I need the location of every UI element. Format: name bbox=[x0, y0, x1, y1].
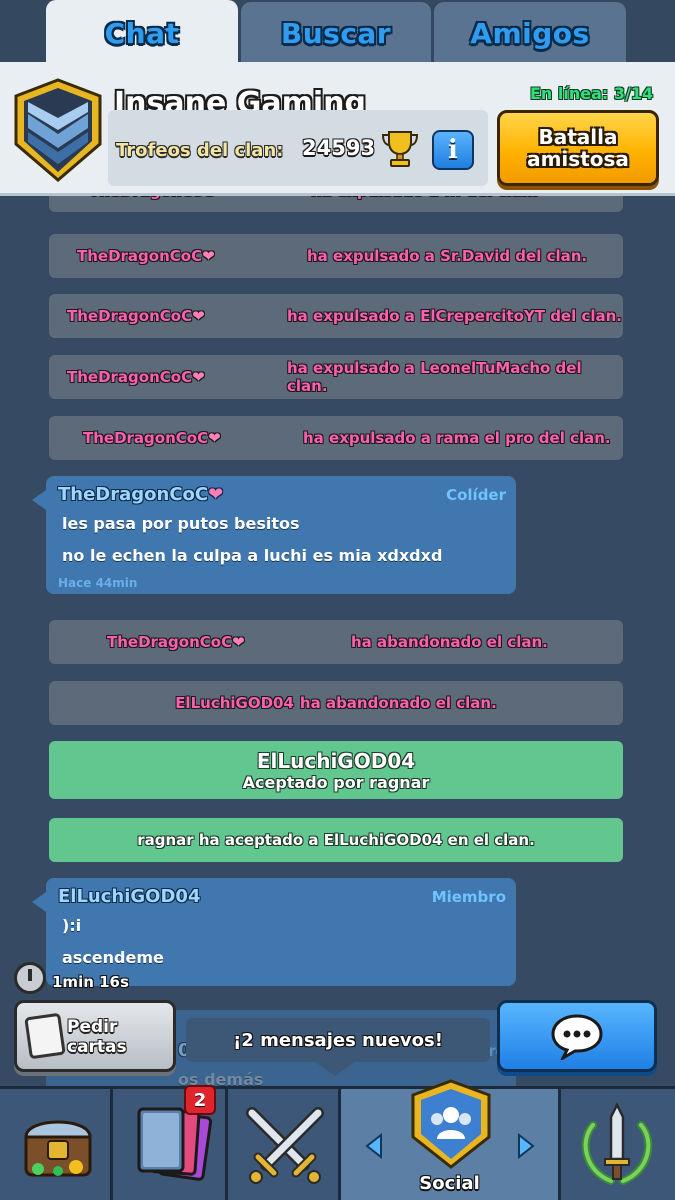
open-chat-button[interactable] bbox=[497, 1000, 657, 1072]
system-text: ha abandonado el clan. bbox=[299, 694, 497, 712]
system-text: ha expulsado a Sr.David del clan. bbox=[307, 247, 588, 265]
accepted-by-text: Aceptado por ragnar bbox=[242, 772, 430, 792]
system-message: TheDragonCoC❤ ha expulsado a Sr.David de… bbox=[49, 234, 623, 278]
friendly-battle-button[interactable]: Batalla amistosa bbox=[497, 110, 659, 186]
chat-message[interactable]: ElLuchiGOD04 Miembro ):i ascendeme bbox=[32, 878, 516, 986]
system-text: ragnar ha aceptado a ElLuchiGOD04 en el … bbox=[137, 831, 535, 849]
clan-header: Insane Gaming Trofeos del clan: 24593 i … bbox=[0, 62, 675, 196]
nav-battle[interactable] bbox=[228, 1089, 341, 1200]
request-timer: 1min 16s bbox=[52, 973, 129, 991]
chevron-right-icon[interactable] bbox=[515, 1133, 537, 1159]
system-actor: ElLuchiGOD04 bbox=[175, 694, 294, 712]
system-message: TheDragonCoC❤ ha expulsado a LeonelTuMac… bbox=[49, 355, 623, 399]
treasure-chest-icon bbox=[24, 1120, 92, 1177]
message-author[interactable]: ElLuchiGOD04 bbox=[58, 886, 200, 907]
system-actor: TheDragonCoC❤ bbox=[83, 429, 221, 447]
chevron-left-icon[interactable] bbox=[363, 1133, 385, 1159]
nav-shop[interactable] bbox=[0, 1089, 113, 1200]
scroll-down-arrow-icon[interactable] bbox=[315, 1062, 355, 1076]
message-time: Hace 44min bbox=[58, 576, 138, 590]
message-line: les pasa por putos besitos bbox=[62, 514, 300, 533]
accepted-member-name: ElLuchiGOD04 bbox=[256, 748, 416, 773]
member-accepted-card: ElLuchiGOD04 Aceptado por ragnar bbox=[49, 741, 623, 799]
clan-badge-icon[interactable] bbox=[12, 78, 104, 182]
heart-icon: ❤ bbox=[208, 484, 224, 505]
system-text: ha expulsado a rama el pro del clan. bbox=[303, 429, 611, 447]
nav-social-label: Social bbox=[419, 1173, 480, 1194]
heart-icon: ❤ bbox=[192, 307, 205, 325]
message-role: Colíder bbox=[446, 486, 506, 504]
request-cards-button[interactable]: Pedir cartas bbox=[14, 1000, 176, 1072]
tab-buscar[interactable]: Buscar bbox=[241, 2, 431, 64]
trophies-label: Trofeos del clan: bbox=[116, 140, 284, 161]
system-text: ha abandonado el clan. bbox=[351, 633, 548, 651]
nav-social[interactable]: Social bbox=[341, 1079, 561, 1200]
crossed-swords-icon bbox=[246, 1107, 324, 1184]
tab-chat[interactable]: Chat bbox=[46, 0, 238, 66]
system-message: TheDragonCoC❤ ha expulsado a ElCrepercit… bbox=[49, 294, 623, 338]
trophy-icon bbox=[381, 131, 419, 167]
message-line: ascendeme bbox=[62, 948, 164, 967]
heart-icon: ❤ bbox=[232, 633, 245, 651]
system-message: TheDragonCoC❤ ha abandonado el clan. bbox=[49, 620, 623, 664]
heart-icon: ❤ bbox=[208, 429, 221, 447]
message-author[interactable]: TheDragonCoC❤ bbox=[58, 484, 223, 505]
heart-icon: ❤ bbox=[202, 247, 215, 265]
heart-icon: ❤ bbox=[192, 368, 205, 386]
chat-message[interactable]: TheDragonCoC❤ Colíder les pasa por putos… bbox=[32, 476, 516, 594]
nav-tournaments[interactable] bbox=[561, 1089, 675, 1200]
online-count: En línea: 3/14 bbox=[530, 84, 654, 103]
clan-social-icon bbox=[411, 1079, 491, 1169]
new-messages-button[interactable]: ¡2 mensajes nuevos! bbox=[186, 1018, 490, 1062]
request-cards-label: Pedir cartas bbox=[67, 1017, 127, 1057]
system-text: ha expulsado a LeonelTuMacho del clan. bbox=[287, 359, 582, 395]
system-actor: TheDragonCoC❤ bbox=[107, 633, 245, 651]
message-line: no le echen la culpa a luchi es mia xdxd… bbox=[62, 546, 443, 565]
system-actor: TheDragonCoC❤ bbox=[67, 307, 205, 325]
clan-info-button[interactable]: i bbox=[432, 130, 474, 170]
timer-icon bbox=[14, 962, 46, 994]
tab-amigos[interactable]: Amigos bbox=[434, 2, 626, 64]
system-message-accepted: ragnar ha aceptado a ElLuchiGOD04 en el … bbox=[49, 818, 623, 862]
system-actor: TheDragonCoC❤ bbox=[77, 247, 215, 265]
system-message: ElLuchiGOD04 ha abandonado el clan. bbox=[49, 681, 623, 725]
laurel-sword-icon bbox=[581, 1102, 653, 1185]
cards-icon bbox=[24, 1012, 66, 1060]
trophies-count: 24593 bbox=[302, 136, 376, 160]
system-actor: TheDragonCoC❤ bbox=[67, 368, 205, 386]
message-line: ):i bbox=[62, 916, 82, 935]
bottom-nav: Social bbox=[0, 1079, 675, 1200]
cards-notification-badge: 2 bbox=[184, 1085, 216, 1115]
system-message: TheDragonCoC❤ ha expulsado a rama el pro… bbox=[49, 416, 623, 460]
top-tab-bar: Chat Buscar Amigos bbox=[0, 0, 675, 66]
system-text: ha expulsado a ElCrepercitoYT del clan. bbox=[287, 307, 622, 325]
speech-bubble-icon bbox=[551, 1014, 603, 1060]
message-role: Miembro bbox=[431, 888, 506, 906]
